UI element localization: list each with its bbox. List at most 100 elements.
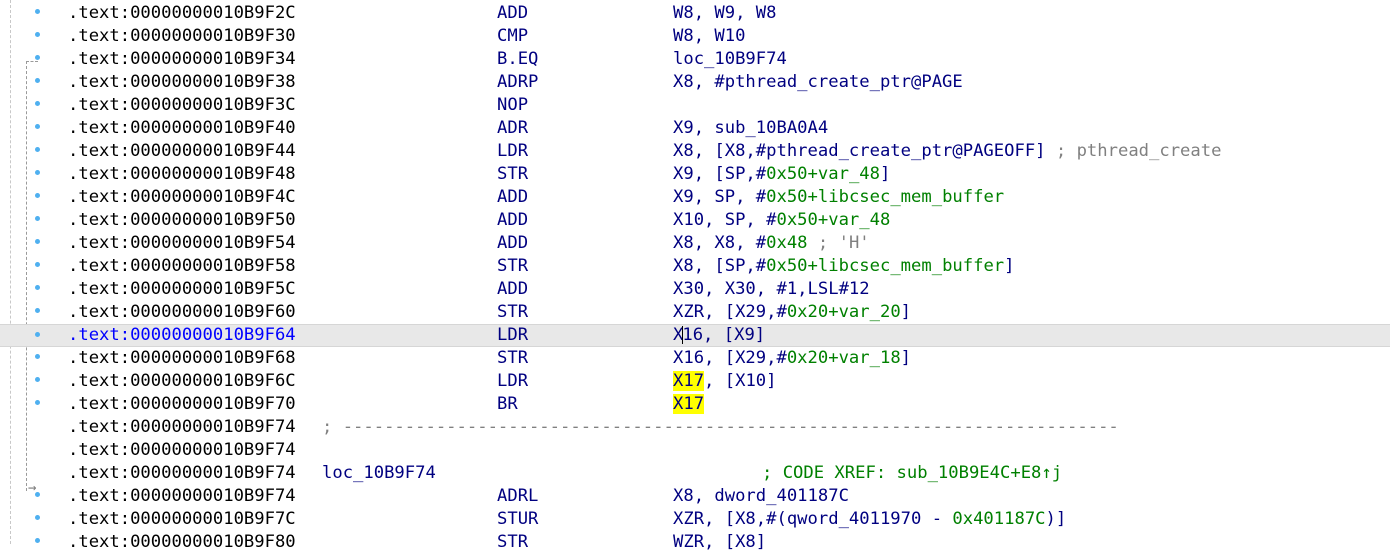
inline-comment: ; pthread_create [1045, 141, 1222, 161]
listing-line[interactable]: .text:00000000010B9F50 ADD X10, SP, #0x50+… [0, 209, 1390, 232]
instruction-mnemonic: STR [497, 302, 529, 322]
breakpoint-dot-icon[interactable] [35, 193, 40, 198]
instruction-operands[interactable]: X9, SP, #0x50+libcsec_mem_buffer [673, 186, 1004, 209]
listing-line[interactable]: .text:00000000010B9F2C ADD W8, W9, W8 [0, 2, 1390, 25]
instruction-operands[interactable]: XZR, [X8,#(qword_4011970 - 0x401187C)] [673, 508, 1066, 531]
instruction-operands[interactable]: W8, W10 [673, 25, 745, 48]
instruction-operands[interactable]: X17, [X10] [673, 370, 776, 393]
listing-line[interactable]: .text:00000000010B9F60 STR XZR, [X29,#0x20… [0, 301, 1390, 324]
line-address: .text:00000000010B9F74 [68, 486, 296, 506]
instruction-operands[interactable]: X8, dword_401187C [673, 485, 849, 508]
listing-line[interactable]: .text:00000000010B9F74 [0, 439, 1390, 462]
instruction-operands[interactable]: X10, SP, #0x50+var_48 [673, 209, 890, 232]
listing-line[interactable]: .text:00000000010B9F80 STR WZR, [X8] [0, 531, 1390, 554]
breakpoint-dot-icon[interactable] [35, 354, 40, 359]
breakpoint-dot-icon[interactable] [35, 332, 40, 337]
listing-line[interactable]: .text:00000000010B9F30 CMP W8, W10 [0, 25, 1390, 48]
breakpoint-dot-icon[interactable] [35, 239, 40, 244]
instruction-operands[interactable]: X8, [SP,#0x50+libcsec_mem_buffer] [673, 255, 1015, 278]
instruction-mnemonic: STR [497, 532, 529, 552]
listing-line[interactable]: .text:00000000010B9F3C NOP [0, 94, 1390, 117]
instruction-operands[interactable]: XZR, [X29,#0x20+var_20] [673, 301, 911, 324]
instruction-operands[interactable]: X8, X8, #0x48 ; 'H' [673, 232, 870, 255]
line-address: .text:00000000010B9F48 [68, 164, 296, 184]
breakpoint-dot-icon[interactable] [35, 9, 40, 14]
breakpoint-dot-icon[interactable] [35, 147, 40, 152]
instruction-mnemonic: STUR [497, 509, 539, 529]
instruction-operands[interactable]: X8, #pthread_create_ptr@PAGE [673, 71, 963, 94]
listing-line[interactable]: .text:00000000010B9F44 LDR X8, [X8,#pthrea… [0, 140, 1390, 163]
instruction-mnemonic: ADD [497, 3, 529, 23]
instruction-operands[interactable]: loc_10B9F74 [673, 48, 787, 71]
line-address: .text:00000000010B9F40 [68, 118, 296, 138]
instruction-mnemonic: ADRP [497, 72, 539, 92]
listing-line[interactable]: .text:00000000010B9F68 STR X16, [X29,#0x20… [0, 347, 1390, 370]
listing-line[interactable]: .text:00000000010B9F74 ; ----------------… [0, 416, 1390, 439]
instruction-mnemonic: LDR [497, 141, 529, 161]
breakpoint-dot-icon[interactable] [35, 216, 40, 221]
instruction-operands[interactable]: X9, sub_10BA0A4 [673, 117, 828, 140]
breakpoint-dot-icon[interactable] [35, 78, 40, 83]
instruction-mnemonic: STR [497, 164, 529, 184]
instruction-mnemonic: CMP [497, 26, 529, 46]
breakpoint-dot-icon[interactable] [35, 262, 40, 267]
separator-comment: ; --------------------------------------… [322, 417, 1119, 437]
listing-line[interactable]: .text:00000000010B9F48 STR X9, [SP,#0x50+v… [0, 163, 1390, 186]
line-address: .text:00000000010B9F50 [68, 210, 296, 230]
breakpoint-dot-icon[interactable] [35, 515, 40, 520]
line-address: .text:00000000010B9F44 [68, 141, 296, 161]
line-address: .text:00000000010B9F34 [68, 49, 296, 69]
line-address: .text:00000000010B9F6C [68, 371, 296, 391]
breakpoint-dot-icon[interactable] [35, 170, 40, 175]
instruction-operands[interactable]: X30, X30, #1,LSL#12 [673, 278, 870, 301]
xref-comment[interactable]: ; CODE XREF: sub_10B9E4C+E8↑j [762, 462, 1062, 485]
instruction-operands[interactable]: X16, [X9] [673, 325, 765, 346]
line-address: .text:00000000010B9F58 [68, 256, 296, 276]
highlighted-register[interactable]: X17 [673, 371, 705, 391]
instruction-operands[interactable]: X17 [673, 393, 705, 416]
instruction-mnemonic: ADD [497, 279, 529, 299]
instruction-operands[interactable]: X16, [X29,#0x20+var_18] [673, 347, 911, 370]
line-address: .text:00000000010B9F30 [68, 26, 296, 46]
line-address: .text:00000000010B9F74 [68, 417, 296, 437]
listing-line[interactable]: .text:00000000010B9F6C LDR X17, [X10] [0, 370, 1390, 393]
instruction-mnemonic: ADRL [497, 486, 539, 506]
listing-line[interactable]: .text:00000000010B9F34 B.EQ loc_10B9F74 [0, 48, 1390, 71]
instruction-operands[interactable]: W8, W9, W8 [673, 2, 776, 25]
listing-line[interactable]: .text:00000000010B9F64 LDR X16, [X9] [0, 324, 1390, 347]
breakpoint-dot-icon[interactable] [35, 101, 40, 106]
breakpoint-dot-icon[interactable] [35, 377, 40, 382]
listing-line[interactable]: .text:00000000010B9F70 BR X17 [0, 393, 1390, 416]
breakpoint-dot-icon[interactable] [35, 492, 40, 497]
breakpoint-dot-icon[interactable] [35, 308, 40, 313]
listing-line[interactable]: .text:00000000010B9F5C ADD X30, X30, #1,LS… [0, 278, 1390, 301]
listing-line[interactable]: .text:00000000010B9F40 ADR X9, sub_10BA0A4 [0, 117, 1390, 140]
listing-line[interactable]: .text:00000000010B9F54 ADD X8, X8, #0x48 ;… [0, 232, 1390, 255]
line-address: .text:00000000010B9F3C [68, 95, 296, 115]
listing-line[interactable]: .text:00000000010B9F74 ADRL X8, dword_4011… [0, 485, 1390, 508]
instruction-mnemonic: ADR [497, 118, 529, 138]
listing-line[interactable]: .text:00000000010B9F4C ADD X9, SP, #0x50+l… [0, 186, 1390, 209]
instruction-mnemonic: B.EQ [497, 49, 539, 69]
breakpoint-dot-icon[interactable] [35, 285, 40, 290]
instruction-mnemonic: STR [497, 256, 529, 276]
instruction-mnemonic: ADD [497, 233, 529, 253]
listing-line[interactable]: .text:00000000010B9F74 loc_10B9F74 ; CODE … [0, 462, 1390, 485]
line-address: .text:00000000010B9F70 [68, 394, 296, 414]
instruction-operands[interactable]: WZR, [X8] [673, 531, 766, 554]
instruction-operands[interactable]: X9, [SP,#0x50+var_48] [673, 163, 890, 186]
instruction-mnemonic: STR [497, 348, 529, 368]
breakpoint-dot-icon[interactable] [35, 124, 40, 129]
listing-line[interactable]: .text:00000000010B9F7C STUR XZR, [X8,#(qwo… [0, 508, 1390, 531]
breakpoint-dot-icon[interactable] [35, 538, 40, 543]
code-label[interactable]: loc_10B9F74 [322, 462, 436, 485]
listing-line[interactable]: .text:00000000010B9F38 ADRP X8, #pthread_c… [0, 71, 1390, 94]
instruction-operands[interactable]: X8, [X8,#pthread_create_ptr@PAGEOFF] ; p… [673, 140, 1221, 163]
breakpoint-dot-icon[interactable] [35, 400, 40, 405]
line-address: .text:00000000010B9F64 [68, 325, 296, 345]
breakpoint-dot-icon[interactable] [35, 32, 40, 37]
listing-line[interactable]: .text:00000000010B9F58 STR X8, [SP,#0x50+l… [0, 255, 1390, 278]
highlighted-register[interactable]: X17 [673, 394, 705, 414]
breakpoint-dot-icon[interactable] [35, 55, 40, 60]
instruction-mnemonic: LDR [497, 325, 529, 345]
